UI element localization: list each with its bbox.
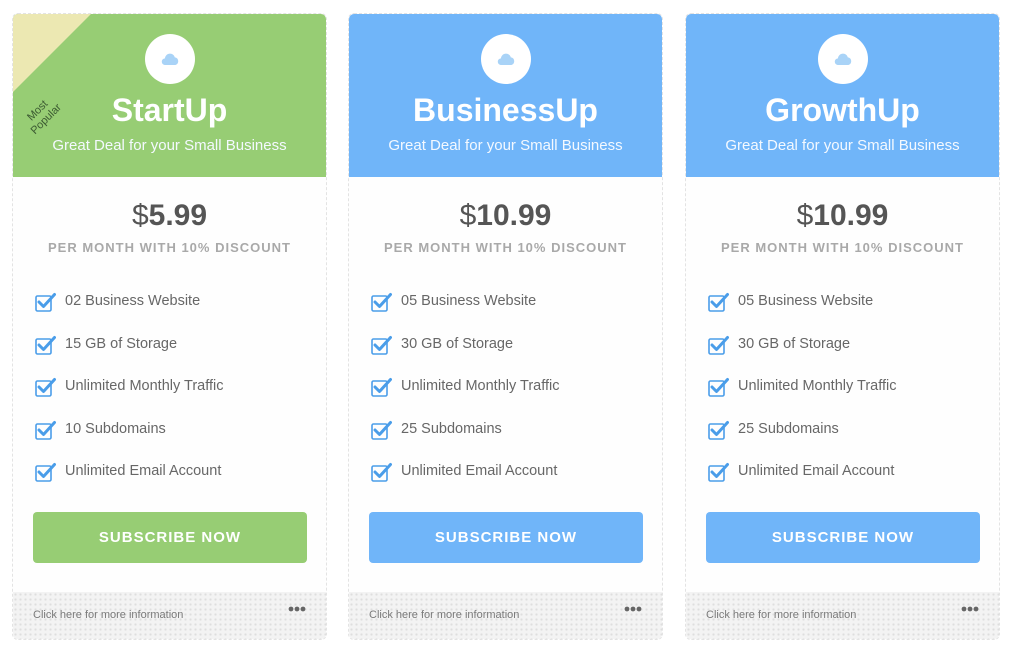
more-info-link[interactable]: Click here for more information xyxy=(706,608,856,622)
feature-item: Unlimited Monthly Traffic xyxy=(35,375,305,418)
more-info-bar[interactable]: Click here for more information xyxy=(349,592,662,639)
feature-list: 05 Business Website 30 GB of Storage Unl… xyxy=(371,290,641,503)
currency-symbol: $ xyxy=(796,199,814,232)
feature-text: Unlimited Email Account xyxy=(738,463,895,479)
price: $5.99 xyxy=(13,199,326,233)
feature-text: Unlimited Email Account xyxy=(401,463,558,479)
price-note: PER MONTH WITH 10% DISCOUNT xyxy=(48,240,291,255)
more-dots-icon[interactable] xyxy=(961,606,979,612)
feature-text: 25 Subdomains xyxy=(738,420,839,437)
feature-item: 05 Business Website xyxy=(708,290,978,333)
checkbox-checked-icon xyxy=(371,420,392,440)
checkbox-checked-icon xyxy=(35,335,56,355)
feature-item: Unlimited Email Account xyxy=(371,460,641,503)
feature-text: Unlimited Email Account xyxy=(65,463,222,479)
feature-text: Unlimited Monthly Traffic xyxy=(738,378,897,394)
currency-symbol: $ xyxy=(131,199,149,232)
feature-text: 02 Business Website xyxy=(65,293,201,309)
more-info-link[interactable]: Click here for more information xyxy=(33,608,183,622)
checkbox-checked-icon xyxy=(371,335,392,355)
plan-name: BusinessUp xyxy=(413,92,598,128)
pricing-card-businessup: BusinessUp Great Deal for your Small Bus… xyxy=(348,13,663,640)
price-amount: 5.99 xyxy=(148,199,208,232)
feature-item: 25 Subdomains xyxy=(708,418,978,461)
checkbox-checked-icon xyxy=(35,420,56,440)
feature-text: 15 GB of Storage xyxy=(65,335,178,352)
more-dots-icon[interactable] xyxy=(624,606,642,612)
feature-list: 05 Business Website 30 GB of Storage Unl… xyxy=(708,290,978,503)
subscribe-button[interactable]: SUBSCRIBE NOW xyxy=(369,512,643,563)
feature-text: 30 GB of Storage xyxy=(738,335,851,352)
feature-list: 02 Business Website 15 GB of Storage Unl… xyxy=(35,290,305,503)
price-note: PER MONTH WITH 10% DISCOUNT xyxy=(721,240,964,255)
plan-name: GrowthUp xyxy=(765,92,920,128)
checkbox-checked-icon xyxy=(35,378,56,397)
checkbox-checked-icon xyxy=(371,378,392,397)
feature-text: Unlimited Monthly Traffic xyxy=(401,378,560,394)
checkbox-checked-icon xyxy=(708,463,729,482)
subscribe-button[interactable]: SUBSCRIBE NOW xyxy=(706,512,980,563)
price: $10.99 xyxy=(686,199,999,233)
card-header: GrowthUp Great Deal for your Small Busin… xyxy=(686,14,999,177)
currency-symbol: $ xyxy=(459,199,477,232)
price-amount: 10.99 xyxy=(813,199,889,232)
checkbox-checked-icon xyxy=(708,420,729,440)
more-info-bar[interactable]: Click here for more information xyxy=(13,592,326,639)
feature-item: Unlimited Email Account xyxy=(35,460,305,503)
feature-text: Unlimited Monthly Traffic xyxy=(65,378,224,394)
cloud-icon xyxy=(817,34,868,84)
price-note: PER MONTH WITH 10% DISCOUNT xyxy=(384,240,627,255)
feature-item: 30 GB of Storage xyxy=(371,333,641,376)
feature-item: Unlimited Email Account xyxy=(708,460,978,503)
more-dots-icon[interactable] xyxy=(288,606,306,612)
feature-item: 15 GB of Storage xyxy=(35,333,305,376)
more-info-link[interactable]: Click here for more information xyxy=(369,608,519,622)
feature-text: 05 Business Website xyxy=(401,293,537,309)
feature-item: 30 GB of Storage xyxy=(708,333,978,376)
checkbox-checked-icon xyxy=(371,463,392,482)
price-amount: 10.99 xyxy=(476,199,552,232)
pricing-card-startup: StartUp Great Deal for your Small Busine… xyxy=(12,13,327,640)
checkbox-checked-icon xyxy=(708,293,729,312)
checkbox-checked-icon xyxy=(371,293,392,312)
feature-item: 25 Subdomains xyxy=(371,418,641,461)
more-info-bar[interactable]: Click here for more information xyxy=(686,592,999,639)
feature-text: 05 Business Website xyxy=(738,293,874,309)
checkbox-checked-icon xyxy=(35,463,56,482)
plan-tagline: Great Deal for your Small Business xyxy=(725,137,960,154)
feature-item: Unlimited Monthly Traffic xyxy=(708,375,978,418)
most-popular-ribbon: Most Popular xyxy=(13,14,91,137)
pricing-card-growthup: GrowthUp Great Deal for your Small Busin… xyxy=(685,13,1000,640)
cloud-icon xyxy=(480,34,531,84)
feature-text: 30 GB of Storage xyxy=(401,335,514,352)
subscribe-button[interactable]: SUBSCRIBE NOW xyxy=(33,512,307,563)
feature-text: 25 Subdomains xyxy=(401,420,502,437)
checkbox-checked-icon xyxy=(708,335,729,355)
card-header: BusinessUp Great Deal for your Small Bus… xyxy=(349,14,662,177)
feature-item: 10 Subdomains xyxy=(35,418,305,461)
feature-item: 02 Business Website xyxy=(35,290,305,333)
plan-tagline: Great Deal for your Small Business xyxy=(388,137,623,154)
feature-text: 10 Subdomains xyxy=(65,420,166,437)
feature-item: 05 Business Website xyxy=(371,290,641,333)
price: $10.99 xyxy=(349,199,662,233)
checkbox-checked-icon xyxy=(708,378,729,397)
pricing-table: StartUp Great Deal for your Small Busine… xyxy=(0,0,1011,651)
feature-item: Unlimited Monthly Traffic xyxy=(371,375,641,418)
cloud-icon xyxy=(144,34,195,84)
plan-tagline: Great Deal for your Small Business xyxy=(52,137,287,154)
checkbox-checked-icon xyxy=(35,293,56,312)
